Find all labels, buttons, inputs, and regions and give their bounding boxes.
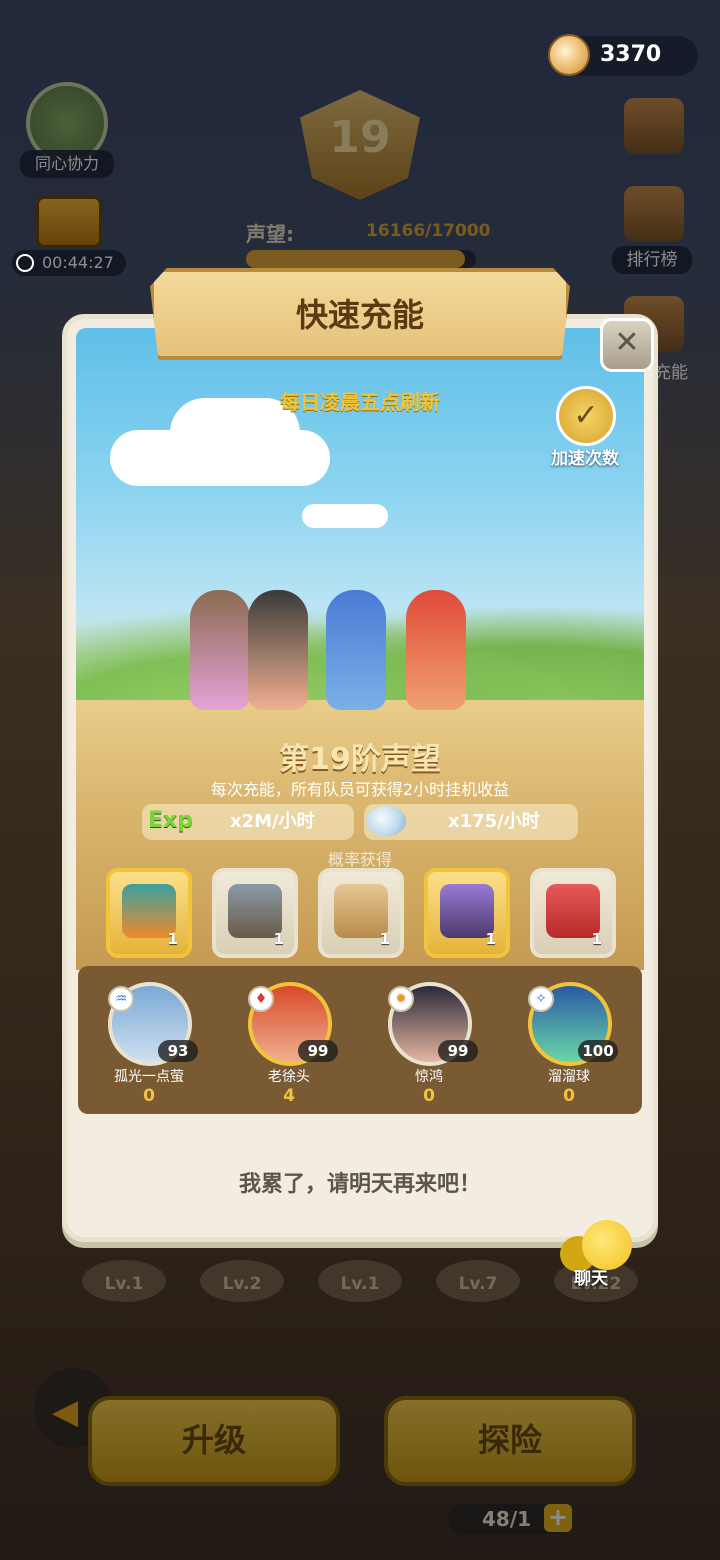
reward-purple-chest[interactable]: 1	[424, 868, 510, 958]
member-level-3: 99	[438, 1040, 478, 1062]
member-count-4: 0	[563, 1086, 575, 1106]
currency-amount: 3370	[600, 42, 662, 67]
notice-icon[interactable]	[624, 98, 684, 154]
reward-red-scroll[interactable]: 1	[530, 868, 616, 958]
reward-count: 1	[167, 930, 178, 948]
modal-title: 快速充能	[295, 296, 424, 334]
member-level-2: 99	[298, 1040, 338, 1062]
wind-element-icon: ✧	[528, 986, 554, 1012]
refresh-note: 每日凌晨五点刷新	[280, 390, 440, 414]
reward-mystery-crystal[interactable]: 1	[318, 868, 404, 958]
tier-title: 第19阶声望	[279, 742, 441, 777]
pet-level-2: Lv.2	[222, 1274, 262, 1294]
water-element-icon: ♒	[108, 986, 134, 1012]
reward-count: 1	[273, 930, 284, 948]
member-count-3: 0	[423, 1086, 435, 1106]
reward-count: 1	[591, 930, 602, 948]
probability-label: 概率获得	[327, 850, 392, 869]
pet-level-1: Lv.1	[104, 1274, 144, 1294]
pet-level-3: Lv.1	[340, 1274, 380, 1294]
member-name-4: 溜溜球	[548, 1069, 590, 1085]
chest-icon[interactable]	[36, 196, 102, 248]
pearl-icon	[366, 806, 406, 836]
exp-rate: x2M/小时	[230, 811, 315, 832]
speedup-label[interactable]: 加速次数	[540, 444, 630, 469]
explore-button[interactable]: 探险	[384, 1396, 636, 1486]
rank-level: 19	[329, 112, 391, 163]
close-button[interactable]: ✕	[600, 318, 654, 372]
pearl-rate: x175/小时	[448, 811, 540, 832]
prestige-value: 16166/17000	[366, 221, 491, 241]
member-name-3: 惊鸿	[415, 1069, 443, 1085]
hero-sprite-3	[326, 590, 386, 710]
fire-element-icon: ♦	[248, 986, 274, 1012]
member-count-1: 0	[143, 1086, 155, 1106]
pet-level-4: Lv.7	[458, 1274, 498, 1294]
prestige-label: 声望:	[246, 222, 294, 246]
member-level-4: 100	[578, 1040, 618, 1062]
exp-icon: Exp	[148, 808, 193, 833]
cloud-small	[302, 504, 388, 528]
back-arrow-icon: ◀	[52, 1392, 79, 1432]
reward-count: 1	[485, 930, 496, 948]
shell-coin-icon	[548, 34, 590, 76]
leaderboard-label[interactable]: 排行榜	[612, 246, 692, 274]
leaderboard-icon[interactable]	[624, 186, 684, 242]
member-name-1: 孤光一点萤	[114, 1069, 184, 1085]
flame-element-icon: ✹	[388, 986, 414, 1012]
prestige-progress-bar	[246, 250, 476, 268]
member-level-1: 93	[158, 1040, 198, 1062]
hero-sprite-4	[406, 590, 466, 710]
food-plus-button[interactable]: +	[544, 1504, 572, 1532]
reward-count: 1	[379, 930, 390, 948]
reward-silver-chest[interactable]: 1	[212, 868, 298, 958]
upgrade-button[interactable]: 升级	[88, 1396, 340, 1486]
tired-message: 我累了，请明天再来吧！	[238, 1172, 481, 1197]
hero-sprite-2	[248, 590, 308, 710]
hero-sprite-1	[190, 590, 250, 710]
chat-icon[interactable]	[582, 1220, 632, 1270]
tier-description: 每次充能，所有队员可获得2小时挂机收益	[210, 780, 510, 799]
reward-carrot-bag[interactable]: 1	[106, 868, 192, 958]
chat-label[interactable]: 聊天	[566, 1264, 616, 1289]
heroes-scene	[190, 590, 480, 720]
prestige-progress-fill	[246, 250, 465, 268]
speedup-icon[interactable]: ✓	[556, 386, 616, 446]
member-name-2: 老徐头	[268, 1069, 310, 1085]
member-count-2: 4	[283, 1086, 295, 1106]
team-label[interactable]: 同心协力	[20, 150, 114, 178]
clock-icon	[16, 254, 34, 272]
charge-label[interactable]: 充能	[654, 358, 688, 383]
